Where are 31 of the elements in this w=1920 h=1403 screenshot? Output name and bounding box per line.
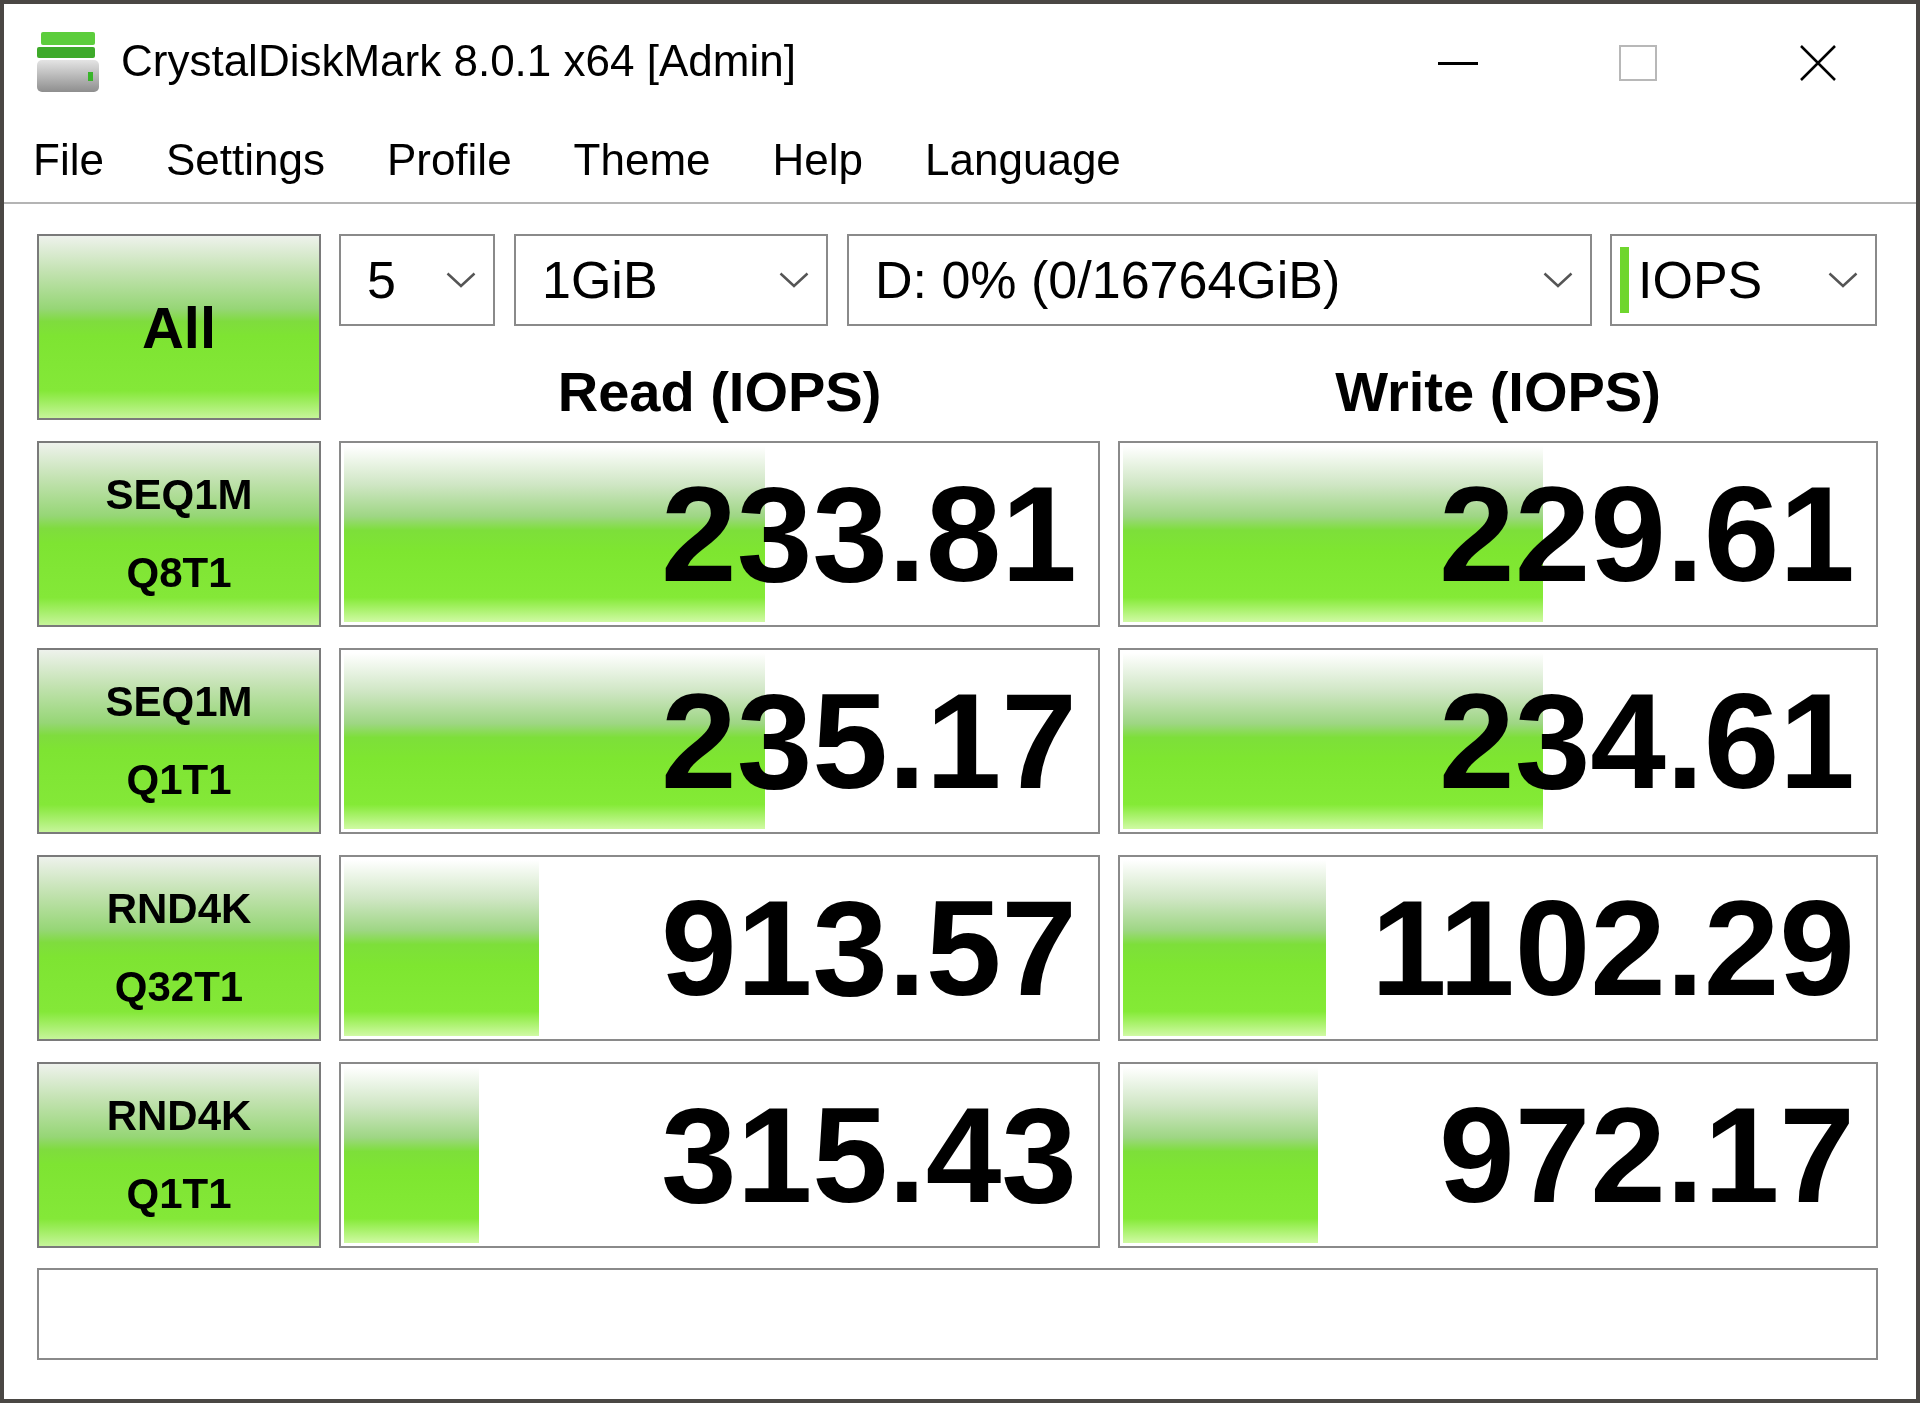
result-value: 234.61	[1439, 673, 1855, 809]
menu-item[interactable]: Theme	[542, 131, 742, 189]
chevron-down-icon	[446, 272, 476, 288]
chevron-down-icon	[1828, 272, 1858, 288]
result-value: 913.57	[661, 880, 1077, 1016]
test-button[interactable]: SEQ1M Q1T1	[37, 648, 321, 834]
drive-dropdown[interactable]: D: 0% (0/16764GiB)	[847, 234, 1592, 326]
size-dropdown[interactable]: 1GiB	[514, 234, 828, 326]
test-button[interactable]: RND4K Q1T1	[37, 1062, 321, 1248]
menu-item[interactable]: Profile	[355, 131, 543, 189]
menu-item[interactable]: Language	[894, 131, 1152, 189]
chevron-down-icon	[1543, 272, 1573, 288]
result-value: 235.17	[661, 673, 1077, 809]
result-value: 229.61	[1439, 466, 1855, 602]
chevron-down-icon	[779, 272, 809, 288]
run-all-button[interactable]: All	[37, 234, 321, 420]
comment-field[interactable]	[37, 1268, 1878, 1360]
count-dropdown[interactable]: 5	[339, 234, 495, 326]
drive-icon	[35, 32, 101, 92]
result-value: 233.81	[661, 466, 1077, 602]
menu-item[interactable]: Settings	[134, 131, 356, 189]
result-value: 315.43	[661, 1087, 1077, 1223]
result-value: 972.17	[1439, 1087, 1855, 1223]
test-button[interactable]: SEQ1M Q8T1	[37, 441, 321, 627]
menu-item[interactable]: Help	[741, 131, 895, 189]
menu-item[interactable]: File	[4, 131, 135, 189]
window-title: CrystalDiskMark 8.0.1 x64 [Admin]	[121, 36, 796, 86]
test-button[interactable]: RND4K Q32T1	[37, 855, 321, 1041]
unit-dropdown[interactable]: IOPS	[1610, 234, 1877, 326]
swatch-icon	[1620, 247, 1629, 313]
result-value: 1102.29	[1370, 880, 1855, 1016]
